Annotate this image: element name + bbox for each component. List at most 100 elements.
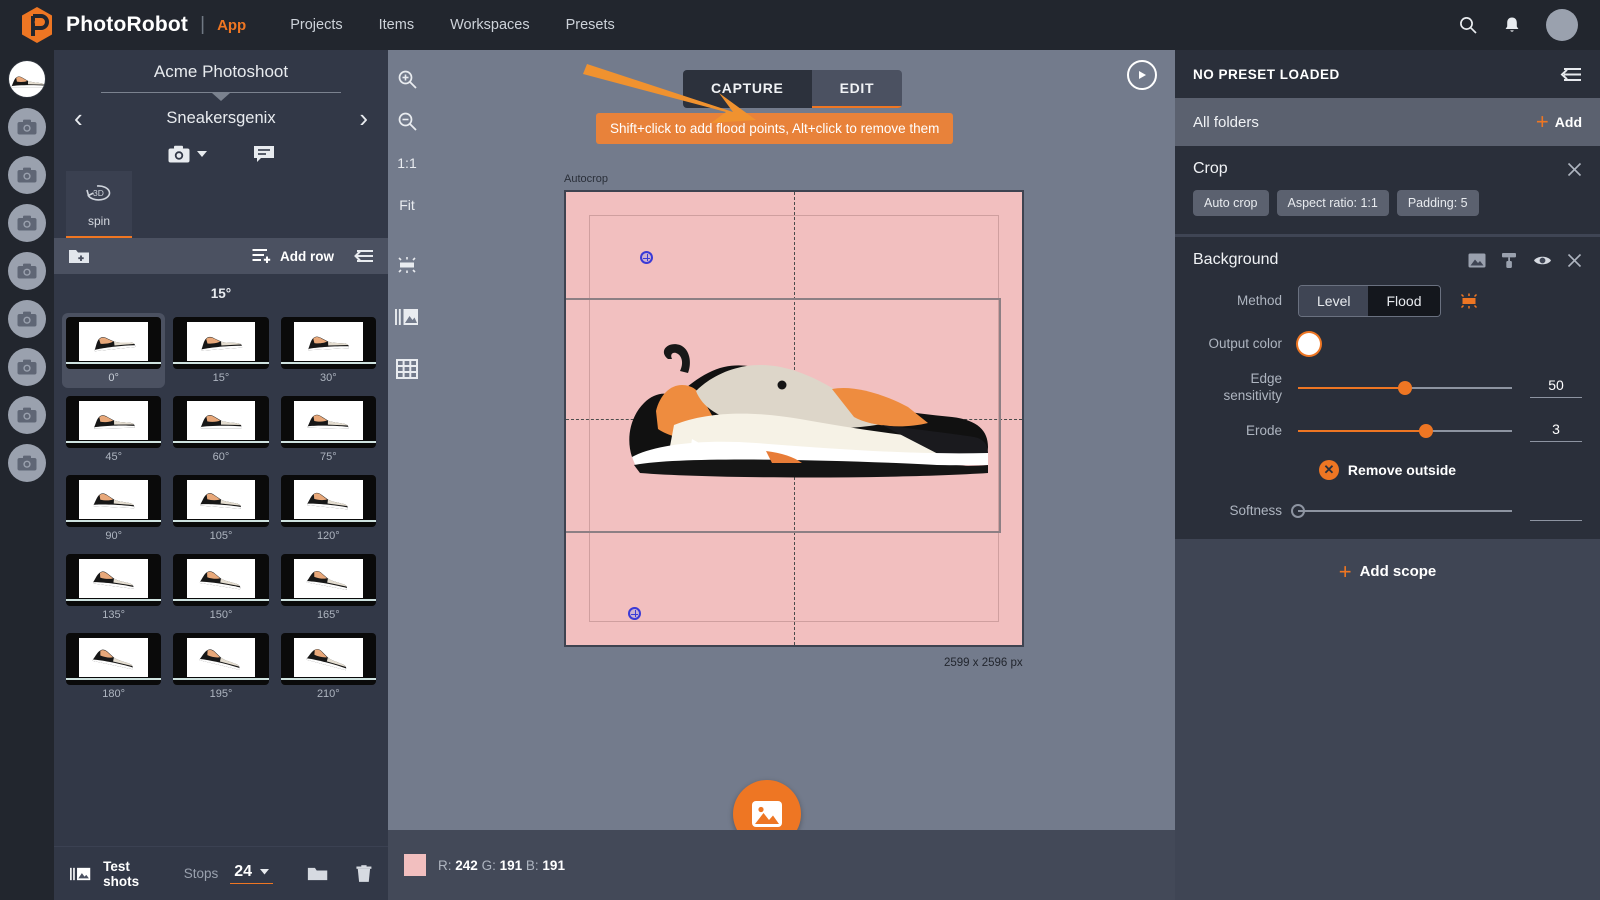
grid-icon[interactable] <box>388 350 426 388</box>
app-label[interactable]: App <box>217 17 246 34</box>
edge-sensitivity-slider[interactable] <box>1298 380 1512 396</box>
rail-camera-slot-6[interactable] <box>8 348 46 386</box>
stops-value-dropdown[interactable]: 24 <box>230 863 273 884</box>
shot-cell[interactable]: 120° <box>277 471 380 546</box>
add-scope-button[interactable]: + Add scope <box>1175 539 1600 605</box>
slider-knob[interactable] <box>1291 504 1305 518</box>
rail-camera-slot-5[interactable] <box>8 300 46 338</box>
shot-cell[interactable]: 150° <box>169 550 272 625</box>
bell-icon[interactable] <box>1502 15 1522 35</box>
chip-auto-crop[interactable]: Auto crop <box>1193 190 1269 216</box>
method-option-level[interactable]: Level <box>1299 286 1368 316</box>
project-title: Acme Photoshoot <box>54 50 388 88</box>
shot-cell[interactable]: 195° <box>169 629 272 704</box>
rail-camera-slot-1[interactable] <box>8 108 46 146</box>
nav-link-projects[interactable]: Projects <box>290 17 342 33</box>
nav-link-presets[interactable]: Presets <box>566 17 615 33</box>
slider-knob[interactable] <box>1419 424 1433 438</box>
method-option-flood[interactable]: Flood <box>1368 286 1439 316</box>
all-folders-label[interactable]: All folders <box>1193 114 1259 131</box>
shot-cell[interactable]: 15° <box>169 313 272 388</box>
shot-cell[interactable]: 90° <box>62 471 165 546</box>
shoe-thumb-icon <box>9 72 46 89</box>
collapse-icon[interactable] <box>354 249 374 263</box>
image-canvas[interactable] <box>564 190 1024 647</box>
close-icon[interactable] <box>1567 162 1582 177</box>
shot-cell[interactable]: 45° <box>62 392 165 467</box>
nav-link-workspaces[interactable]: Workspaces <box>450 17 530 33</box>
zoom-out-icon[interactable] <box>388 102 426 140</box>
comment-icon[interactable] <box>253 145 275 163</box>
shot-cell[interactable]: 105° <box>169 471 272 546</box>
close-icon[interactable] <box>1567 253 1582 268</box>
avatar[interactable] <box>1546 9 1578 41</box>
shot-angle-label: 15° <box>173 369 268 386</box>
erode-slider[interactable] <box>1298 423 1512 439</box>
shot-angle-label: 165° <box>281 606 376 623</box>
image-icon[interactable] <box>1468 253 1486 268</box>
output-color-swatch[interactable] <box>1298 333 1320 355</box>
shoe-thumb-icon <box>90 409 137 431</box>
camera-icon <box>168 145 190 163</box>
shot-cell[interactable]: 180° <box>62 629 165 704</box>
remove-outside-button[interactable]: ✕ Remove outside <box>1193 460 1582 480</box>
edge-sensitivity-value[interactable]: 50 <box>1530 377 1582 398</box>
crop-selection-box[interactable] <box>564 298 1001 533</box>
camera-dropdown-button[interactable] <box>168 145 207 163</box>
play-icon[interactable] <box>1127 60 1157 90</box>
shot-cell[interactable]: 135° <box>62 550 165 625</box>
eye-icon[interactable] <box>1533 254 1552 267</box>
shot-cell[interactable]: 60° <box>169 392 272 467</box>
slider-knob[interactable] <box>1398 381 1412 395</box>
shot-cell[interactable]: 75° <box>277 392 380 467</box>
trash-icon[interactable] <box>356 864 372 884</box>
view-mode-tabs: 3D spin <box>54 171 388 238</box>
compare-icon[interactable] <box>388 298 426 336</box>
shot-cell[interactable]: 165° <box>277 550 380 625</box>
rail-camera-slot-3[interactable] <box>8 204 46 242</box>
chip-aspect-ratio[interactable]: Aspect ratio: 1:1 <box>1277 190 1389 216</box>
flood-point-marker[interactable] <box>640 251 653 264</box>
rail-camera-slot-4[interactable] <box>8 252 46 290</box>
shot-cell[interactable]: 210° <box>277 629 380 704</box>
prev-item-button[interactable]: ‹ <box>74 105 83 131</box>
shot-cell[interactable]: 30° <box>277 313 380 388</box>
test-shots-icon[interactable] <box>70 866 91 882</box>
shoe-thumb-icon <box>304 486 352 512</box>
rail-camera-slot-8[interactable] <box>8 444 46 482</box>
exposure-icon[interactable] <box>388 246 426 284</box>
edge-sensitivity-row: Edge sensitivity 50 <box>1193 371 1582 405</box>
zoom-in-icon[interactable] <box>388 60 426 98</box>
paint-roller-icon[interactable] <box>1501 252 1518 269</box>
rail-camera-slot-2[interactable] <box>8 156 46 194</box>
test-shots-label[interactable]: Test shots <box>103 859 162 889</box>
rail-item-thumbnail[interactable] <box>8 60 46 98</box>
softness-value[interactable] <box>1530 502 1582 521</box>
zoom-fit-button[interactable]: Fit <box>388 186 426 224</box>
shoe-thumb-icon <box>197 329 245 354</box>
image-icon <box>751 800 783 828</box>
rail-camera-slot-7[interactable] <box>8 396 46 434</box>
shot-angle-label: 75° <box>281 448 376 465</box>
add-row-button[interactable]: Add row <box>252 248 334 264</box>
flood-select-icon[interactable] <box>1459 292 1479 310</box>
tab-3d-spin[interactable]: 3D spin <box>66 171 132 238</box>
zoom-actual-button[interactable]: 1:1 <box>388 144 426 182</box>
add-folder-icon[interactable] <box>68 247 90 265</box>
folder-icon[interactable] <box>307 865 328 883</box>
add-folder-button[interactable]: + Add <box>1536 113 1582 131</box>
erode-value[interactable]: 3 <box>1530 421 1582 442</box>
top-navbar: PhotoRobot | App Projects Items Workspac… <box>0 0 1600 50</box>
chip-padding[interactable]: Padding: 5 <box>1397 190 1479 216</box>
tab-3d-spin-label: spin <box>66 214 132 228</box>
nav-link-items[interactable]: Items <box>379 17 414 33</box>
search-icon[interactable] <box>1458 15 1478 35</box>
flood-point-marker[interactable] <box>628 607 641 620</box>
softness-slider[interactable] <box>1298 503 1512 519</box>
collapse-panel-icon[interactable] <box>1560 67 1582 82</box>
shot-thumbnail <box>173 633 268 685</box>
plus-icon: + <box>1536 113 1549 131</box>
tab-edit[interactable]: EDIT <box>812 70 903 108</box>
next-item-button[interactable]: › <box>359 105 368 131</box>
shot-cell[interactable]: 0° <box>62 313 165 388</box>
